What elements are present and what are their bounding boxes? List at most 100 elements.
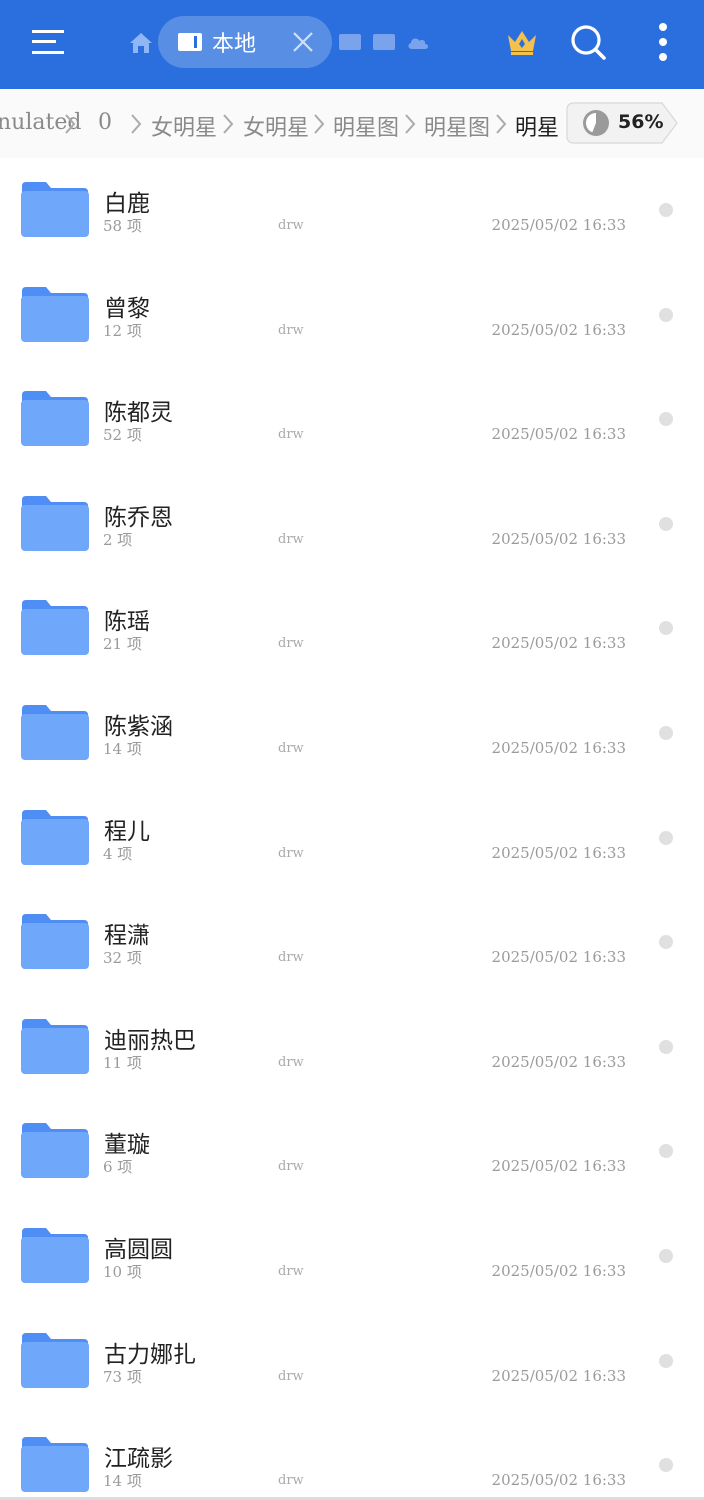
permissions: drw (278, 1368, 304, 1384)
top-toolbar: 本地 (0, 0, 704, 89)
close-icon[interactable] (290, 29, 316, 55)
chevron-right-icon (223, 114, 234, 134)
item-count: 6 项 (103, 1158, 133, 1177)
device-icon (176, 28, 204, 56)
folder-icon (21, 914, 89, 970)
breadcrumb-item[interactable]: 女明星 (243, 110, 309, 142)
item-count: 4 项 (103, 844, 133, 863)
item-count: 14 项 (103, 1472, 142, 1491)
list-item[interactable]: 江疏影 14 项 drw 2025/05/02 16:33 (0, 1413, 704, 1500)
file-name: 古力娜扎 (104, 1341, 196, 1368)
permissions: drw (278, 427, 304, 443)
permissions: drw (278, 636, 304, 652)
file-name: 迪丽热巴 (104, 1027, 196, 1054)
modified-date: 2025/05/02 16:33 (491, 948, 626, 967)
permissions: drw (278, 322, 304, 338)
permissions: drw (278, 1159, 304, 1175)
select-checkbox[interactable] (659, 1144, 673, 1159)
folder-icon (21, 1332, 89, 1388)
chevron-right-icon (405, 114, 416, 134)
device-tab-icon[interactable] (372, 30, 396, 54)
folder-icon (21, 600, 89, 656)
file-name: 白鹿 (104, 191, 150, 217)
select-checkbox[interactable] (659, 307, 673, 322)
folder-icon (21, 809, 89, 865)
list-item[interactable]: 白鹿 58 项 drw 2025/05/02 16:33 (0, 158, 704, 262)
item-count: 21 项 (103, 635, 142, 654)
item-count: 14 项 (103, 740, 142, 758)
select-checkbox[interactable] (659, 1353, 673, 1368)
file-name: 程潇 (104, 923, 150, 950)
chevron-right-icon (65, 114, 76, 134)
list-item[interactable]: 陈乔恩 2 项 drw 2025/05/02 16:33 (0, 472, 704, 576)
folder-icon (21, 705, 89, 760)
modified-date: 2025/05/02 16:33 (491, 843, 626, 862)
more-vertical-icon[interactable] (648, 20, 678, 64)
file-name: 陈紫涵 (104, 714, 173, 740)
search-icon[interactable] (566, 20, 610, 64)
list-item[interactable]: 程儿 4 项 drw 2025/05/02 16:33 (0, 786, 704, 890)
permissions: drw (278, 1473, 304, 1489)
select-checkbox[interactable] (659, 203, 673, 217)
permissions: drw (278, 531, 304, 547)
chevron-right-icon (314, 114, 325, 134)
breadcrumb-item[interactable]: 女明星 (151, 110, 217, 142)
folder-icon (21, 1437, 89, 1493)
list-item[interactable]: 程潇 32 项 drw 2025/05/02 16:33 (0, 890, 704, 994)
folder-icon (21, 1228, 89, 1283)
modified-date: 2025/05/02 16:33 (491, 1262, 626, 1280)
tab-label: 本地 (212, 32, 257, 57)
list-item[interactable]: 董璇 6 项 drw 2025/05/02 16:33 (0, 1099, 704, 1203)
folder-icon (21, 495, 89, 551)
permissions: drw (278, 1054, 304, 1070)
select-checkbox[interactable] (659, 1249, 673, 1263)
file-name: 程儿 (104, 818, 150, 845)
item-count: 12 项 (103, 321, 142, 340)
select-checkbox[interactable] (659, 412, 673, 427)
breadcrumb-item[interactable]: 0 (98, 110, 112, 135)
item-count: 11 项 (103, 1053, 142, 1072)
select-checkbox[interactable] (659, 516, 673, 531)
modified-date: 2025/05/02 16:33 (491, 529, 626, 548)
cloud-icon[interactable] (406, 30, 430, 54)
select-checkbox[interactable] (659, 621, 673, 636)
home-icon[interactable] (126, 28, 156, 58)
item-count: 2 项 (103, 530, 133, 549)
folder-icon (21, 182, 89, 237)
item-count: 10 项 (103, 1263, 142, 1281)
chevron-right-icon (131, 114, 142, 134)
list-item[interactable]: 高圆圆 10 项 drw 2025/05/02 16:33 (0, 1204, 704, 1308)
select-checkbox[interactable] (659, 726, 673, 740)
tab-local[interactable]: 本地 (158, 16, 332, 68)
device-tab-icon[interactable] (338, 30, 362, 54)
select-checkbox[interactable] (659, 830, 673, 845)
file-name: 陈都灵 (104, 400, 173, 427)
menu-icon[interactable] (26, 22, 70, 62)
modified-date: 2025/05/02 16:33 (491, 1471, 626, 1490)
list-item[interactable]: 古力娜扎 73 项 drw 2025/05/02 16:33 (0, 1309, 704, 1413)
select-checkbox[interactable] (659, 1458, 673, 1473)
chevron-right-icon (496, 114, 507, 134)
modified-date: 2025/05/02 16:33 (491, 425, 626, 444)
permissions: drw (278, 950, 304, 966)
folder-icon (21, 1123, 89, 1179)
item-count: 73 项 (103, 1367, 142, 1386)
select-checkbox[interactable] (659, 935, 673, 950)
folder-icon (21, 286, 89, 342)
modified-date: 2025/05/02 16:33 (491, 216, 626, 234)
breadcrumb-item[interactable]: 明星图 (424, 110, 490, 142)
list-item[interactable]: 陈瑶 21 项 drw 2025/05/02 16:33 (0, 576, 704, 680)
vip-crown-icon[interactable] (502, 22, 542, 62)
select-checkbox[interactable] (659, 1039, 673, 1054)
list-item[interactable]: 陈都灵 52 项 drw 2025/05/02 16:33 (0, 367, 704, 471)
storage-usage-button[interactable]: 56% (566, 102, 678, 144)
breadcrumb-item[interactable]: 明星图 (333, 110, 399, 142)
storage-pie-icon (583, 110, 609, 136)
file-name: 高圆圆 (104, 1237, 173, 1263)
file-name: 董璇 (104, 1132, 150, 1159)
permissions: drw (278, 845, 304, 861)
list-item[interactable]: 迪丽热巴 11 项 drw 2025/05/02 16:33 (0, 995, 704, 1099)
list-item[interactable]: 陈紫涵 14 项 drw 2025/05/02 16:33 (0, 681, 704, 785)
breadcrumb-current[interactable]: 明星 (515, 110, 559, 142)
list-item[interactable]: 曾黎 12 项 drw 2025/05/02 16:33 (0, 263, 704, 367)
